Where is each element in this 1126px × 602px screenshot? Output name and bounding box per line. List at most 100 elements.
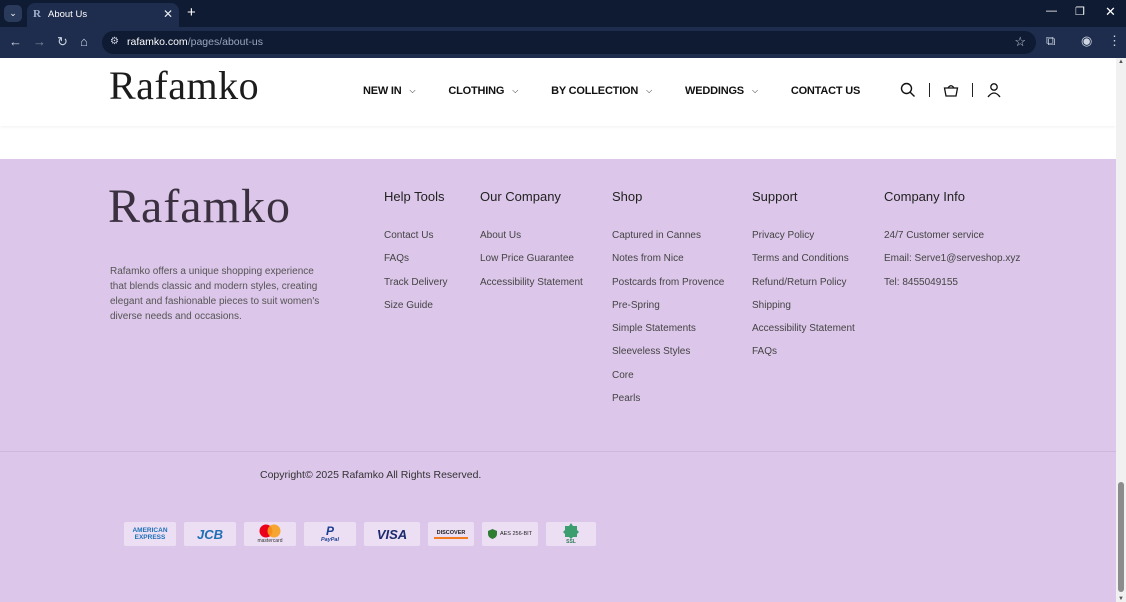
site-logo[interactable]: Rafamko (109, 62, 259, 109)
footer-link[interactable]: Low Price Guarantee (480, 253, 583, 264)
close-tab-icon[interactable]: ✕ (163, 7, 173, 21)
home-icon[interactable]: ⌂ (80, 34, 88, 50)
footer-link[interactable]: Shipping (752, 300, 855, 311)
footer-info-text: 24/7 Customer service (884, 230, 985, 241)
nav-clothing[interactable]: CLOTHING ⌵ (448, 85, 518, 97)
footer-col-company-info: Company Info 24/7 Customer service Email… (884, 189, 1020, 300)
footer-link[interactable]: Core (612, 370, 724, 381)
footer-description: Rafamko offers a unique shopping experie… (110, 266, 320, 322)
site-favicon-icon: R (33, 8, 41, 20)
footer-link[interactable]: Sleeveless Styles (612, 346, 724, 357)
mastercard-logo-icon (259, 524, 281, 538)
footer-col-support: Support Privacy Policy Terms and Conditi… (752, 189, 855, 370)
footer-col-shop: Shop Captured in Cannes Notes from Nice … (612, 189, 724, 416)
nav-weddings[interactable]: WEDDINGS ⌵ (685, 85, 758, 97)
site-footer: Rafamko Rafamko offers a unique shopping… (0, 159, 1116, 602)
footer-link[interactable]: Notes from Nice (612, 253, 724, 264)
footer-col-our-company: Our Company About Us Low Price Guarantee… (480, 189, 583, 300)
minimize-icon[interactable]: — (1046, 5, 1057, 17)
extensions-icon[interactable]: ⧉ (1046, 33, 1055, 49)
footer-link[interactable]: Refund/Return Policy (752, 277, 855, 288)
col-title: Company Info (884, 189, 965, 204)
footer-link[interactable]: Privacy Policy (752, 230, 855, 241)
amex-text-bottom: EXPRESS (134, 534, 166, 541)
amex-text-top: AMERICAN (132, 527, 168, 534)
browser-menu-icon[interactable]: ⋮ (1108, 33, 1121, 49)
footer-divider (0, 451, 1116, 452)
profile-icon[interactable]: ◉ (1081, 33, 1092, 49)
mastercard-badge: mastercard (244, 522, 296, 546)
site-header: Rafamko NEW IN ⌵ CLOTHING ⌵ BY COLLECTION ⌵… (0, 58, 1116, 126)
footer-link[interactable]: Contact Us (384, 230, 448, 241)
scroll-up-icon[interactable]: ▲ (1118, 59, 1124, 65)
footer-email-link[interactable]: Email: Serve1@serveshop.xyz (884, 253, 1020, 264)
footer-link[interactable]: Track Delivery (384, 277, 448, 288)
footer-link[interactable]: About Us (480, 230, 583, 241)
paypal-text: PayPal (320, 536, 340, 543)
ssl-seal-icon (563, 523, 579, 539)
footer-link[interactable]: FAQs (384, 253, 448, 264)
ssl-text: SSL (566, 539, 576, 545)
address-bar[interactable]: ⚙ rafamko.com/pages/about-us ☆ (102, 31, 1036, 54)
page-scrollbar[interactable]: ▲ ▼ (1116, 58, 1126, 602)
forward-icon[interactable]: → (33, 34, 46, 50)
footer-link[interactable]: Simple Statements (612, 323, 724, 334)
aes-256-badge: AES 256-BIT (482, 522, 538, 546)
header-icons (900, 82, 1002, 98)
footer-link[interactable]: Accessibility Statement (480, 277, 583, 288)
footer-link[interactable]: Postcards from Provence (612, 277, 724, 288)
site-info-icon[interactable]: ⚙ (110, 36, 119, 47)
col-title: Help Tools (384, 189, 445, 204)
col-title: Our Company (480, 189, 561, 204)
footer-link[interactable]: Pearls (612, 393, 724, 404)
visa-text: VISA (376, 526, 408, 542)
footer-col-help-tools: Help Tools Contact Us FAQs Track Deliver… (384, 189, 448, 323)
chevron-down-icon: ⌵ (512, 86, 519, 95)
nav-label: NEW IN (363, 85, 402, 97)
nav-by-collection[interactable]: BY COLLECTION ⌵ (551, 85, 652, 97)
main-nav: NEW IN ⌵ CLOTHING ⌵ BY COLLECTION ⌵ WEDDING… (363, 85, 893, 97)
scrollbar-thumb[interactable] (1118, 482, 1124, 592)
window-close-icon[interactable]: ✕ (1105, 4, 1116, 20)
footer-link[interactable]: Size Guide (384, 300, 448, 311)
footer-logo[interactable]: Rafamko (108, 179, 291, 234)
discover-badge: DISCOVER (428, 522, 474, 546)
restore-icon[interactable]: ❐ (1075, 5, 1085, 18)
paypal-badge: P PayPal (304, 522, 356, 546)
reload-icon[interactable]: ↻ (57, 34, 68, 50)
browser-tab-active[interactable]: R About Us ✕ (27, 3, 179, 27)
footer-link[interactable]: Captured in Cannes (612, 230, 724, 241)
back-icon[interactable]: ← (9, 34, 22, 50)
tab-search-button[interactable]: ⌄ (4, 5, 22, 22)
discover-text: DISCOVER (436, 529, 466, 536)
nav-new-in[interactable]: NEW IN ⌵ (363, 85, 416, 97)
discover-stripe (434, 536, 468, 539)
browser-tab-bar: ⌄ R About Us ✕ + — ❐ ✕ (0, 0, 1126, 27)
scroll-down-icon[interactable]: ▼ (1118, 596, 1124, 602)
footer-link[interactable]: FAQs (752, 346, 855, 357)
footer-link[interactable]: Terms and Conditions (752, 253, 855, 264)
url-text: rafamko.com/pages/about-us (127, 36, 263, 48)
footer-link[interactable]: Accessibility Statement (752, 323, 855, 334)
visa-badge: VISA (364, 522, 420, 546)
footer-phone-link[interactable]: Tel: 8455049155 (884, 277, 1020, 288)
nav-contact-us[interactable]: CONTACT US (791, 85, 860, 97)
account-icon[interactable] (986, 82, 1002, 98)
chevron-down-icon: ⌵ (646, 86, 653, 95)
nav-label: CONTACT US (790, 85, 861, 97)
chevron-down-icon: ⌵ (751, 86, 758, 95)
divider (972, 83, 973, 97)
search-icon[interactable] (900, 82, 916, 98)
nav-label: WEDDINGS (685, 85, 744, 97)
chevron-down-icon: ⌵ (409, 86, 416, 95)
bookmark-star-icon[interactable]: ☆ (1014, 34, 1026, 50)
cart-icon[interactable] (943, 82, 959, 98)
footer-link[interactable]: Pre-Spring (612, 300, 724, 311)
new-tab-icon[interactable]: + (187, 4, 196, 21)
col-title: Shop (612, 189, 643, 204)
paypal-p-icon: P (325, 523, 334, 538)
jcb-badge: JCB (184, 522, 236, 546)
shield-icon (487, 529, 497, 539)
amex-badge: AMERICAN EXPRESS (124, 522, 176, 546)
copyright-text: Copyright© 2025 Rafamko All Rights Reser… (260, 469, 482, 481)
